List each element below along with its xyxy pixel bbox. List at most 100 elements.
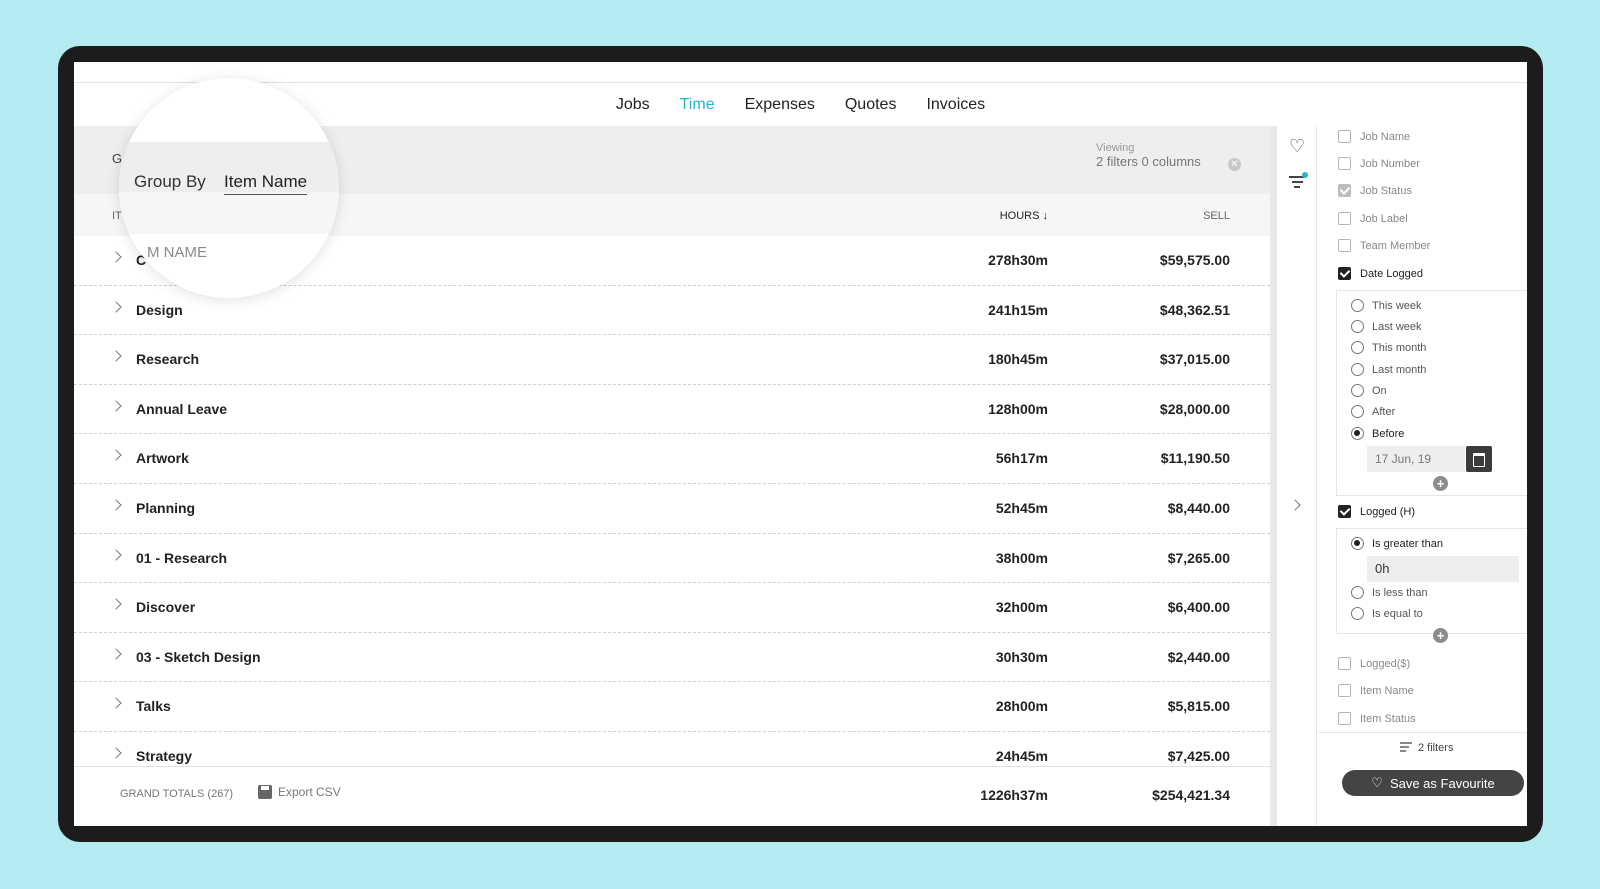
- save-disk-icon: [258, 785, 272, 799]
- add-condition-icon[interactable]: +: [1433, 476, 1448, 491]
- row-name: 03 - Sketch Design: [136, 648, 261, 665]
- row-name: Design: [136, 301, 183, 318]
- zoomed-item-name-header: M NAME: [147, 244, 207, 261]
- tab-invoices[interactable]: Invoices: [926, 96, 985, 114]
- col-hours-header[interactable]: HOURS ↓: [1000, 210, 1048, 222]
- checkbox[interactable]: [1338, 657, 1351, 670]
- radio-equal-to[interactable]: Is equal to: [1351, 607, 1423, 620]
- table-row[interactable]: Discover 32h00m $6,400.00: [74, 583, 1270, 633]
- save-as-favourite-button[interactable]: ♡ Save as Favourite: [1342, 770, 1524, 796]
- row-sell: $37,015.00: [1159, 351, 1230, 368]
- radio-this-week[interactable]: This week: [1351, 299, 1422, 312]
- export-csv-button[interactable]: Export CSV: [258, 785, 341, 799]
- table-row[interactable]: Research 180h45m $37,015.00: [74, 335, 1270, 385]
- grand-totals-label: GRAND TOTALS (267): [120, 788, 234, 800]
- chevron-right-icon[interactable]: [110, 350, 122, 362]
- row-name: Strategy: [136, 747, 193, 764]
- hours-value-input[interactable]: 0h: [1367, 556, 1519, 582]
- filter-logged-h[interactable]: Logged (H): [1338, 505, 1415, 518]
- filter-team-member[interactable]: Team Member: [1338, 239, 1430, 252]
- chevron-right-icon[interactable]: [110, 449, 122, 462]
- table-row[interactable]: Planning 52h45m $8,440.00: [74, 484, 1270, 534]
- clear-filters-icon[interactable]: ✕: [1228, 158, 1241, 171]
- checkbox[interactable]: [1338, 184, 1351, 197]
- add-condition-icon[interactable]: +: [1433, 628, 1448, 643]
- checkbox[interactable]: [1338, 712, 1351, 725]
- tab-time[interactable]: Time: [680, 96, 715, 114]
- checkbox[interactable]: [1338, 267, 1351, 280]
- table-row[interactable]: 01 - Research 38h00m $7,265.00: [74, 534, 1270, 584]
- radio-this-month[interactable]: This month: [1351, 341, 1426, 354]
- chevron-right-icon[interactable]: [110, 400, 122, 412]
- row-name: Discover: [136, 599, 196, 616]
- filter-job-number[interactable]: Job Number: [1338, 157, 1420, 170]
- checkbox[interactable]: [1338, 505, 1351, 518]
- table-row[interactable]: 03 - Sketch Design 30h30m $2,440.00: [74, 633, 1270, 683]
- favourites-heart-icon[interactable]: ♡: [1289, 136, 1305, 157]
- radio-before[interactable]: Before: [1351, 427, 1404, 440]
- table-row[interactable]: Strategy 24h45m $7,425.00: [74, 732, 1270, 766]
- checkbox[interactable]: [1338, 130, 1351, 143]
- filter-date-logged[interactable]: Date Logged: [1338, 267, 1423, 280]
- row-sell: $59,575.00: [1159, 252, 1230, 268]
- filters-panel: Job Name Job Number Job Status Job Label…: [1318, 126, 1527, 826]
- group-by-select[interactable]: Item Name: [224, 172, 308, 195]
- filter-item-name[interactable]: Item Name: [1338, 684, 1414, 697]
- filter-job-label[interactable]: Job Label: [1338, 212, 1408, 225]
- viewing-label: Viewing: [1096, 142, 1135, 154]
- filter-job-status[interactable]: Job Status: [1338, 184, 1412, 197]
- checkbox[interactable]: [1338, 239, 1351, 252]
- row-name: Annual Leave: [136, 400, 228, 417]
- row-sell: $7,265.00: [1167, 549, 1230, 566]
- chevron-right-icon[interactable]: [110, 251, 122, 263]
- row-sell: $5,815.00: [1167, 698, 1230, 715]
- tab-quotes[interactable]: Quotes: [845, 96, 897, 114]
- grand-totals-row: GRAND TOTALS (267) Export CSV 1226h37m $…: [74, 766, 1270, 826]
- radio-less-than[interactable]: Is less than: [1351, 586, 1428, 599]
- table-scrollbar[interactable]: [1270, 126, 1277, 826]
- top-divider: [74, 82, 1527, 83]
- checkbox[interactable]: [1338, 684, 1351, 697]
- filters-footer: 2 filters ♡ Save as Favourite: [1318, 732, 1527, 826]
- panel-icon-column: ♡: [1277, 126, 1317, 826]
- collapse-panel-chevron-icon[interactable]: [1289, 499, 1301, 511]
- row-name: Talks: [136, 698, 171, 715]
- group-by-label: Group By: [134, 172, 206, 191]
- calendar-icon[interactable]: [1466, 446, 1492, 472]
- chevron-right-icon[interactable]: [110, 598, 122, 610]
- heart-icon: ♡: [1371, 775, 1383, 790]
- row-hours: 128h00m: [988, 400, 1048, 417]
- col-sell-header[interactable]: SELL: [1203, 210, 1230, 222]
- chevron-right-icon[interactable]: [110, 499, 122, 511]
- chevron-right-icon[interactable]: [110, 300, 122, 313]
- total-hours: 1226h37m: [980, 787, 1048, 803]
- checkbox[interactable]: [1338, 157, 1351, 170]
- chevron-right-icon[interactable]: [110, 648, 122, 660]
- radio-on[interactable]: On: [1351, 384, 1387, 397]
- radio-last-month[interactable]: Last month: [1351, 363, 1426, 376]
- date-input[interactable]: 17 Jun, 19: [1367, 446, 1465, 472]
- radio-last-week[interactable]: Last week: [1351, 320, 1422, 333]
- tab-jobs[interactable]: Jobs: [616, 96, 650, 114]
- radio-after[interactable]: After: [1351, 405, 1395, 418]
- filter-job-name[interactable]: Job Name: [1338, 130, 1410, 143]
- row-name: 01 - Research: [136, 549, 228, 566]
- radio-greater-than[interactable]: Is greater than: [1351, 537, 1443, 550]
- chevron-right-icon[interactable]: [110, 548, 122, 561]
- row-hours: 241h15m: [988, 301, 1048, 318]
- chevron-right-icon[interactable]: [110, 697, 122, 710]
- filter-item-status[interactable]: Item Status: [1338, 712, 1416, 725]
- chevron-right-icon[interactable]: [110, 747, 122, 759]
- checkbox[interactable]: [1338, 212, 1351, 225]
- tab-expenses[interactable]: Expenses: [745, 96, 815, 114]
- row-hours: 28h00m: [995, 698, 1048, 715]
- table-row[interactable]: Annual Leave 128h00m $28,000.00: [74, 385, 1270, 435]
- row-name: Research: [136, 351, 200, 368]
- table-row[interactable]: Artwork 56h17m $11,190.50: [74, 434, 1270, 484]
- date-logged-options: This week Last week This month Last mont…: [1336, 290, 1527, 496]
- table-body: C 278h30m $59,575.00 Design 241h15m $48,362.…: [74, 236, 1270, 766]
- filter-logged-dollars[interactable]: Logged($): [1338, 657, 1410, 670]
- zoom-magnifier: Group By Item Name M NAME: [119, 78, 339, 298]
- table-row[interactable]: Talks 28h00m $5,815.00: [74, 682, 1270, 732]
- filter-icon[interactable]: [1289, 172, 1308, 191]
